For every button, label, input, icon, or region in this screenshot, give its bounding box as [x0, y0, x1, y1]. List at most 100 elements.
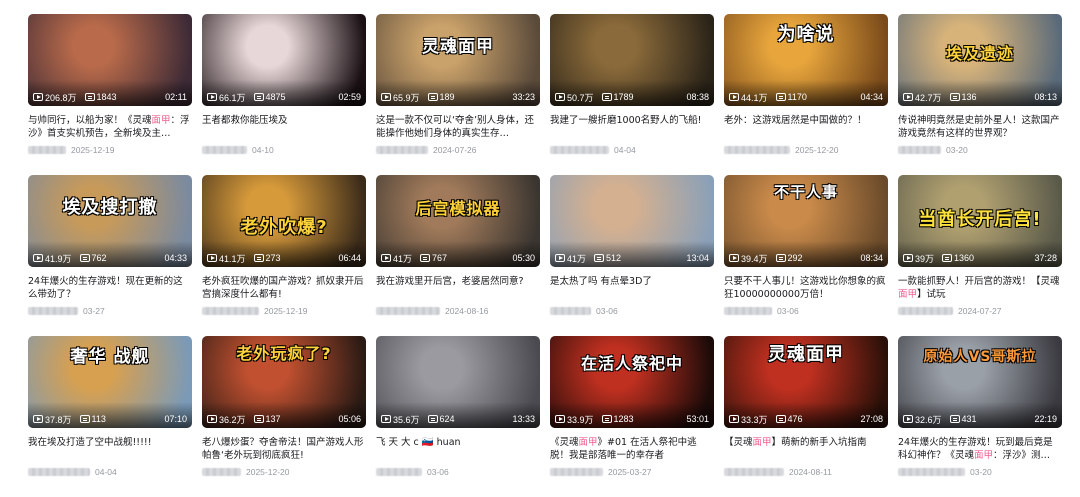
video-card[interactable]: 206.8万 1843 02:11 与帅同行，以船为家！《灵魂面甲：浮沙》首支实… [28, 14, 192, 175]
video-title[interactable]: 王者都救你能压埃及 [202, 114, 366, 140]
video-duration: 04:33 [164, 253, 187, 263]
uploader-name[interactable] [550, 468, 603, 476]
video-thumbnail[interactable]: 当酋长开后宫! 39万 1360 37:28 [898, 175, 1062, 267]
video-card[interactable]: 老外吹爆? 41.1万 273 06:44 老外疯狂吹爆的国产游戏？抓奴隶开后宫… [202, 175, 366, 336]
video-thumbnail[interactable]: 在活人祭祀中 33.9万 1283 53:01 [550, 336, 714, 428]
video-thumbnail[interactable]: 41万 512 13:04 [550, 175, 714, 267]
video-duration: 27:08 [860, 414, 883, 424]
video-card[interactable]: 35.6万 624 13:33 飞 天 大 c 🇸🇮 huan 03-06 [376, 336, 540, 497]
uploader-name[interactable] [376, 468, 422, 476]
uploader-name[interactable] [28, 468, 90, 476]
video-title[interactable]: 传说神明竟然是史前外星人！这款国产游戏竟然有这样的世界观？ [898, 114, 1062, 140]
video-duration: 37:28 [1034, 253, 1057, 263]
view-count: 32.6万 [915, 414, 942, 425]
video-title[interactable]: 与帅同行，以船为家！《灵魂面甲：浮沙》首支实机预告，全新埃及主… [28, 114, 192, 140]
keyword-highlight: 面甲 [578, 437, 598, 448]
video-card[interactable]: 灵魂面甲 65.9万 189 33:23 这是一款不仅可以‘夺舍’别人身体，还能… [376, 14, 540, 175]
video-card[interactable]: 奢华 战舰 37.8万 113 07:10 我在埃及打造了空中战舰!!!!! 0… [28, 336, 192, 497]
video-title[interactable]: 老外疯狂吹爆的国产游戏？抓奴隶开后宫搞深度什么都有! [202, 275, 366, 301]
video-card[interactable]: 老外玩疯了? 36.2万 137 05:06 老八爆炒蛋？夺舍帝法！国产游戏人形… [202, 336, 366, 497]
video-title[interactable]: 老八爆炒蛋？夺舍帝法！国产游戏人形帕鲁‘老外玩到彻底疯狂! [202, 436, 366, 462]
video-card[interactable]: 灵魂面甲 33.3万 476 27:08 【灵魂面甲】萌新的新手入坑指南 202… [724, 336, 888, 497]
video-thumbnail[interactable]: 35.6万 624 13:33 [376, 336, 540, 428]
video-card[interactable]: 在活人祭祀中 33.9万 1283 53:01 《灵魂面甲》#01 在活人祭祀中… [550, 336, 714, 497]
video-title[interactable]: 《灵魂面甲》#01 在活人祭祀中逃脱！我是部落唯一的幸存者 [550, 436, 714, 462]
video-card[interactable]: 原始人VS哥斯拉 32.6万 431 22:19 24年爆火的生存游戏！玩到最后… [898, 336, 1062, 497]
video-thumbnail[interactable]: 埃及搜打撤 41.9万 762 04:33 [28, 175, 192, 267]
video-meta: 04-04 [28, 466, 192, 478]
video-duration: 05:30 [512, 253, 535, 263]
uploader-name[interactable] [202, 307, 259, 315]
play-icon [207, 93, 217, 101]
play-icon [381, 415, 391, 423]
thumbnail-caption: 不干人事 [773, 183, 838, 201]
view-count: 66.1万 [219, 92, 246, 103]
video-title[interactable]: 只要不干人事儿！这游戏比你想象的疯狂10000000000万倍！ [724, 275, 888, 301]
video-card[interactable]: 埃及搜打撤 41.9万 762 04:33 24年爆火的生存游戏！现在更新的这么… [28, 175, 192, 336]
danmaku-count: 1843 [96, 92, 117, 102]
danmaku-icon [420, 254, 431, 262]
video-thumbnail[interactable]: 50.7万 1789 08:38 [550, 14, 714, 106]
uploader-name[interactable] [550, 146, 609, 154]
view-count: 41万 [567, 253, 587, 264]
video-thumbnail[interactable]: 66.1万 4875 02:59 [202, 14, 366, 106]
video-card[interactable]: 41万 512 13:04 是太热了吗 有点晕3D了 03-06 [550, 175, 714, 336]
uploader-name[interactable] [550, 307, 591, 315]
uploader-name[interactable] [724, 468, 784, 476]
video-meta: 2025-12-20 [202, 466, 366, 478]
play-icon [33, 254, 43, 262]
video-thumbnail[interactable]: 后宫模拟器 41万 767 05:30 [376, 175, 540, 267]
uploader-name[interactable] [724, 307, 772, 315]
video-title[interactable]: 飞 天 大 c 🇸🇮 huan [376, 436, 540, 462]
uploader-name[interactable] [376, 146, 428, 154]
video-thumbnail[interactable]: 原始人VS哥斯拉 32.6万 431 22:19 [898, 336, 1062, 428]
video-card[interactable]: 后宫模拟器 41万 767 05:30 我在游戏里开后宫，老婆居然同意? 202… [376, 175, 540, 336]
uploader-name[interactable] [202, 468, 241, 476]
video-title[interactable]: 我在游戏里开后宫，老婆居然同意? [376, 275, 540, 301]
uploader-name[interactable] [898, 468, 965, 476]
video-thumbnail[interactable]: 老外玩疯了? 36.2万 137 05:06 [202, 336, 366, 428]
video-title[interactable]: 我在埃及打造了空中战舰!!!!! [28, 436, 192, 462]
video-thumbnail[interactable]: 老外吹爆? 41.1万 273 06:44 [202, 175, 366, 267]
danmaku-count: 136 [961, 92, 977, 102]
video-thumbnail[interactable]: 206.8万 1843 02:11 [28, 14, 192, 106]
uploader-name[interactable] [376, 307, 440, 315]
video-card[interactable]: 为啥说 44.1万 1170 04:34 老外：这游戏居然是中国做的？！ 202… [724, 14, 888, 175]
video-meta: 03-06 [550, 305, 714, 317]
video-stats: 33.9万 1283 53:01 [555, 413, 709, 425]
video-thumbnail[interactable]: 灵魂面甲 33.3万 476 27:08 [724, 336, 888, 428]
video-meta: 2024-08-16 [376, 305, 540, 317]
video-thumbnail[interactable]: 埃及遗迹 42.7万 136 08:13 [898, 14, 1062, 106]
video-thumbnail[interactable]: 为啥说 44.1万 1170 04:34 [724, 14, 888, 106]
video-card[interactable]: 不干人事 39.4万 292 08:34 只要不干人事儿！这游戏比你想象的疯狂1… [724, 175, 888, 336]
video-title[interactable]: 24年爆火的生存游戏！玩到最后竟是科幻神作？《灵魂面甲：浮沙》测… [898, 436, 1062, 462]
video-card[interactable]: 50.7万 1789 08:38 我建了一艘折磨1000名野人的飞船! 04-0… [550, 14, 714, 175]
danmaku-icon [427, 93, 438, 101]
thumbnail-caption: 老外吹爆? [240, 217, 328, 238]
video-thumbnail[interactable]: 奢华 战舰 37.8万 113 07:10 [28, 336, 192, 428]
video-title[interactable]: 一款能抓野人！开后宫的游戏！【灵魂面甲】试玩 [898, 275, 1062, 301]
uploader-name[interactable] [898, 307, 953, 315]
play-icon [381, 254, 391, 262]
uploader-name[interactable] [202, 146, 247, 154]
uploader-name[interactable] [898, 146, 941, 154]
video-stats: 39.4万 292 08:34 [729, 252, 883, 264]
video-title[interactable]: 24年爆火的生存游戏！现在更新的这么带劲了？ [28, 275, 192, 301]
video-stats: 206.8万 1843 02:11 [33, 91, 187, 103]
uploader-name[interactable] [28, 146, 66, 154]
video-card[interactable]: 当酋长开后宫! 39万 1360 37:28 一款能抓野人！开后宫的游戏！【灵魂… [898, 175, 1062, 336]
video-thumbnail[interactable]: 不干人事 39.4万 292 08:34 [724, 175, 888, 267]
video-title[interactable]: 【灵魂面甲】萌新的新手入坑指南 [724, 436, 888, 462]
video-title[interactable]: 老外：这游戏居然是中国做的？！ [724, 114, 888, 140]
video-card[interactable]: 埃及遗迹 42.7万 136 08:13 传说神明竟然是史前外星人！这款国产游戏… [898, 14, 1062, 175]
video-title[interactable]: 这是一款不仅可以‘夺舍’别人身体，还能操作他她们身体的真实生存… [376, 114, 540, 140]
danmaku-count: 762 [91, 253, 107, 263]
thumbnail-caption: 原始人VS哥斯拉 [923, 349, 1037, 365]
video-card[interactable]: 66.1万 4875 02:59 王者都救你能压埃及 04-10 [202, 14, 366, 175]
video-title[interactable]: 是太热了吗 有点晕3D了 [550, 275, 714, 301]
video-thumbnail[interactable]: 灵魂面甲 65.9万 189 33:23 [376, 14, 540, 106]
video-title[interactable]: 我建了一艘折磨1000名野人的飞船! [550, 114, 714, 140]
uploader-name[interactable] [28, 307, 78, 315]
uploader-name[interactable] [724, 146, 790, 154]
upload-date: 03-20 [970, 467, 992, 477]
